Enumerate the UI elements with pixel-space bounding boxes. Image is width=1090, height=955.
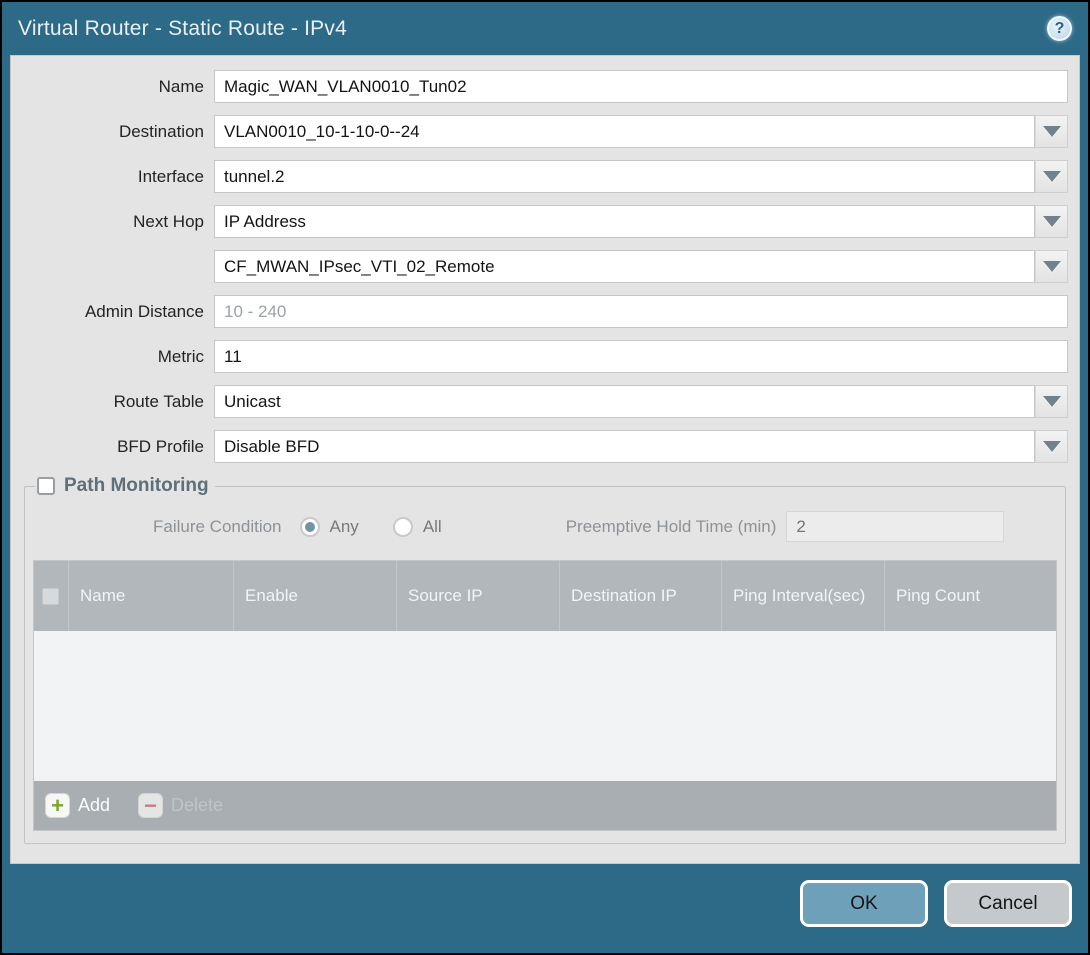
name-input[interactable] (214, 70, 1068, 103)
radio-unselected-icon (393, 517, 413, 537)
failure-condition-any-option[interactable]: Any (300, 517, 359, 537)
failure-condition-radio-group: Any All (300, 517, 442, 537)
metric-label: Metric (22, 347, 214, 367)
failure-condition-label: Failure Condition (153, 517, 282, 537)
name-row: Name (22, 70, 1068, 103)
table-toolbar: + Add − Delete (34, 781, 1056, 830)
route-table-label: Route Table (22, 392, 214, 412)
column-header-destination-ip[interactable]: Destination IP (559, 561, 721, 631)
interface-dropdown-button[interactable] (1035, 160, 1068, 193)
path-monitoring-section: Path Monitoring Failure Condition Any Al… (24, 475, 1066, 844)
bfd-profile-label: BFD Profile (22, 437, 214, 457)
table-header-row: Name Enable Source IP Destination IP Pin… (34, 561, 1056, 631)
chevron-down-icon (1043, 441, 1061, 452)
destination-input[interactable] (214, 115, 1035, 148)
path-monitoring-legend: Path Monitoring (35, 475, 215, 497)
interface-input[interactable] (214, 160, 1035, 193)
chevron-down-icon (1043, 126, 1061, 137)
metric-input[interactable] (214, 340, 1068, 373)
chevron-down-icon (1043, 261, 1061, 272)
destination-row: Destination (22, 115, 1068, 148)
column-header-enable[interactable]: Enable (233, 561, 396, 631)
bfd-profile-input[interactable] (214, 430, 1035, 463)
admin-distance-row: Admin Distance (22, 295, 1068, 328)
path-monitoring-title: Path Monitoring (64, 475, 209, 497)
column-header-ping-interval[interactable]: Ping Interval(sec) (721, 561, 884, 631)
add-button[interactable]: + Add (45, 793, 110, 818)
help-icon[interactable]: ? (1047, 16, 1072, 41)
dialog-titlebar: Virtual Router - Static Route - IPv4 ? (2, 2, 1088, 55)
metric-row: Metric (22, 340, 1068, 373)
next-hop-type-input[interactable] (214, 205, 1035, 238)
select-all-header-cell (34, 561, 68, 631)
preemptive-hold-time-label: Preemptive Hold Time (min) (566, 517, 777, 537)
minus-icon: − (138, 793, 163, 818)
interface-row: Interface (22, 160, 1068, 193)
route-table-row: Route Table (22, 385, 1068, 418)
dialog-content: Name Destination Interface (10, 55, 1080, 864)
next-hop-label: Next Hop (22, 212, 214, 232)
preemptive-hold-time-input[interactable] (786, 511, 1004, 542)
path-monitoring-options-row: Failure Condition Any All Preemptive Hol… (33, 511, 1057, 542)
next-hop-address-input[interactable] (214, 250, 1035, 283)
admin-distance-label: Admin Distance (22, 302, 214, 322)
next-hop-type-dropdown-button[interactable] (1035, 205, 1068, 238)
radio-selected-icon (300, 517, 320, 537)
ok-button[interactable]: OK (800, 880, 928, 927)
column-header-source-ip[interactable]: Source IP (396, 561, 559, 631)
select-all-checkbox[interactable] (42, 588, 59, 605)
column-header-name[interactable]: Name (68, 561, 233, 631)
destination-label: Destination (22, 122, 214, 142)
chevron-down-icon (1043, 171, 1061, 182)
destination-dropdown-button[interactable] (1035, 115, 1068, 148)
dialog-footer: OK Cancel (2, 864, 1088, 953)
table-body-empty (34, 631, 1056, 781)
static-route-dialog: Virtual Router - Static Route - IPv4 ? N… (2, 2, 1088, 953)
admin-distance-input[interactable] (214, 295, 1068, 328)
chevron-down-icon (1043, 216, 1061, 227)
interface-label: Interface (22, 167, 214, 187)
plus-icon: + (45, 793, 70, 818)
chevron-down-icon (1043, 396, 1061, 407)
failure-condition-all-label: All (423, 517, 442, 537)
delete-button[interactable]: − Delete (138, 793, 223, 818)
add-button-label: Add (78, 795, 110, 816)
route-table-input[interactable] (214, 385, 1035, 418)
failure-condition-all-option[interactable]: All (393, 517, 442, 537)
column-header-ping-count[interactable]: Ping Count (884, 561, 1056, 631)
next-hop-row: Next Hop (22, 205, 1068, 238)
dialog-title: Virtual Router - Static Route - IPv4 (18, 17, 347, 41)
delete-button-label: Delete (171, 795, 223, 816)
failure-condition-any-label: Any (330, 517, 359, 537)
bfd-profile-row: BFD Profile (22, 430, 1068, 463)
path-monitoring-table: Name Enable Source IP Destination IP Pin… (33, 560, 1057, 831)
path-monitoring-checkbox[interactable] (37, 477, 55, 495)
bfd-profile-dropdown-button[interactable] (1035, 430, 1068, 463)
next-hop-address-dropdown-button[interactable] (1035, 250, 1068, 283)
name-label: Name (22, 77, 214, 97)
next-hop-address-row (22, 250, 1068, 283)
cancel-button[interactable]: Cancel (944, 880, 1072, 927)
route-table-dropdown-button[interactable] (1035, 385, 1068, 418)
